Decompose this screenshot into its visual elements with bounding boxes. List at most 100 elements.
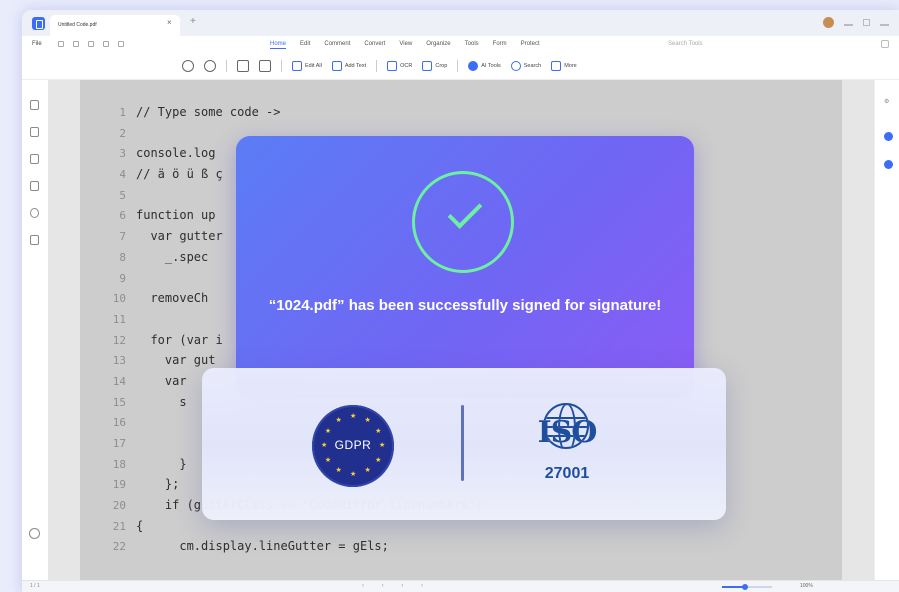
- code-text: };: [136, 477, 180, 492]
- code-text: var gutter: [136, 229, 223, 244]
- page-indicator: 1 / 1: [30, 583, 40, 589]
- toolbar-divider: [226, 60, 227, 72]
- gdpr-star-icon: ★: [324, 427, 332, 435]
- tab-edit[interactable]: Edit: [300, 41, 310, 49]
- document-tab[interactable]: Untitled Code.pdf: [50, 15, 180, 36]
- success-check-icon: [412, 171, 514, 273]
- tab-convert[interactable]: Convert: [364, 41, 385, 49]
- maximize-icon[interactable]: [863, 19, 870, 26]
- file-menu[interactable]: File: [32, 41, 42, 47]
- crop-button[interactable]: Crop: [422, 61, 447, 71]
- save-icon[interactable]: [73, 41, 79, 47]
- line-number: 11: [112, 312, 126, 326]
- user-avatar[interactable]: [823, 17, 834, 28]
- line-number: 7: [119, 230, 126, 244]
- gdpr-star-icon: ★: [375, 456, 382, 464]
- line-number: 2: [119, 126, 126, 140]
- tab-organize[interactable]: Organize: [426, 41, 450, 49]
- minimize-icon[interactable]: [844, 23, 853, 26]
- attachment-icon[interactable]: [30, 181, 39, 191]
- gdpr-star-icon: ★: [364, 467, 371, 475]
- gdpr-star-icon: ★: [321, 442, 328, 449]
- chat-icon[interactable]: [884, 160, 893, 169]
- add-text-button[interactable]: Add Text: [331, 61, 366, 71]
- toolbar-divider: [376, 60, 378, 72]
- line-number: 8: [119, 250, 126, 264]
- line-number: 19: [112, 478, 126, 492]
- gdpr-star-icon: ★: [364, 416, 371, 424]
- comment-icon[interactable]: [30, 154, 39, 164]
- search-tools-input[interactable]: Search Tools: [668, 41, 703, 47]
- zoom-slider-knob[interactable]: [741, 584, 748, 590]
- code-text: {: [136, 518, 144, 533]
- gdpr-star-icon: ★: [350, 413, 357, 420]
- tab-comment[interactable]: Comment: [324, 41, 350, 49]
- gdpr-star-icon: ★: [335, 416, 342, 424]
- cert-divider: [461, 405, 464, 481]
- scan-icon: [387, 61, 398, 71]
- code-text: function up: [136, 208, 216, 223]
- line-number: 17: [112, 437, 126, 450]
- zoom-level[interactable]: 100%: [800, 583, 813, 589]
- line-number: 12: [112, 333, 126, 347]
- checkmark-icon: [447, 194, 483, 229]
- right-rail: ⚙: [874, 80, 899, 580]
- code-text: console.log: [136, 146, 216, 161]
- ocr-button[interactable]: OCR: [387, 61, 412, 71]
- pen-icon: [292, 61, 302, 71]
- gdpr-star-icon: ★: [350, 471, 357, 478]
- page-navigation[interactable]: ‹ ‹ › ›: [362, 583, 431, 589]
- menu-tabs: Home Edit Comment Convert View Organize Tools F…: [270, 41, 540, 49]
- line-number: 18: [112, 457, 126, 471]
- search-panel-icon[interactable]: [30, 208, 39, 218]
- line-number: 15: [112, 395, 126, 409]
- ai-tools-button[interactable]: AI Tools: [468, 61, 501, 71]
- close-tab-icon[interactable]: ×: [167, 18, 172, 27]
- code-text: _.spec: [136, 249, 209, 264]
- highlight-icon[interactable]: [237, 60, 249, 72]
- undo-icon[interactable]: [88, 41, 94, 47]
- close-window-icon[interactable]: [880, 23, 889, 26]
- search-button[interactable]: Search: [510, 61, 542, 71]
- thumbnails-icon[interactable]: [30, 100, 39, 110]
- new-tab-icon[interactable]: +: [190, 16, 196, 27]
- crop-label: Crop: [435, 63, 448, 69]
- menu-bar: File Home Edit Comment Convert View Organize T…: [22, 36, 899, 54]
- iso-code: 27001: [544, 465, 590, 482]
- tab-view[interactable]: View: [399, 41, 412, 49]
- line-number: 20: [112, 499, 126, 513]
- zoom-slider[interactable]: [722, 584, 772, 590]
- certification-card: GDPR ★ ★ ★ ★ ★ ★ ★ ★ ★ ★ ★ ★ ISO 27001: [202, 368, 726, 520]
- zoom-out-icon[interactable]: [182, 60, 194, 72]
- code-text: // Type some code ->: [136, 105, 281, 119]
- bookmark-icon[interactable]: [30, 127, 39, 137]
- more-label: More: [564, 63, 577, 69]
- tab-form[interactable]: Form: [493, 41, 507, 49]
- code-text: for (var i: [136, 332, 223, 347]
- rail-settings-icon[interactable]: ⚙: [884, 98, 889, 105]
- window-controls: [823, 17, 889, 28]
- zoom-in-icon[interactable]: [204, 60, 216, 72]
- gdpr-star-icon: ★: [379, 442, 386, 449]
- print-icon[interactable]: [58, 41, 64, 47]
- tab-home[interactable]: Home: [270, 41, 287, 49]
- layers-icon[interactable]: [30, 235, 39, 245]
- text-box-icon: [331, 61, 342, 71]
- tab-protect[interactable]: Protect: [521, 41, 540, 49]
- redo-icon[interactable]: [103, 41, 109, 47]
- help-icon[interactable]: [29, 528, 40, 539]
- search-label: Search: [523, 63, 542, 69]
- line-number: 16: [112, 416, 126, 430]
- shape-icon[interactable]: [259, 60, 271, 72]
- code-text: }: [136, 456, 187, 471]
- toolbar-divider: [281, 60, 282, 72]
- ai-assistant-icon[interactable]: [884, 132, 893, 141]
- tab-tools[interactable]: Tools: [465, 41, 479, 49]
- share-icon[interactable]: [118, 41, 124, 47]
- expand-icon[interactable]: [881, 40, 889, 48]
- search-icon: [510, 61, 521, 71]
- edit-all-button[interactable]: Edit All: [292, 61, 322, 71]
- iso-label: ISO: [537, 415, 598, 450]
- code-text: // ä ö ü ß ç: [136, 167, 223, 182]
- more-button[interactable]: More: [551, 61, 577, 71]
